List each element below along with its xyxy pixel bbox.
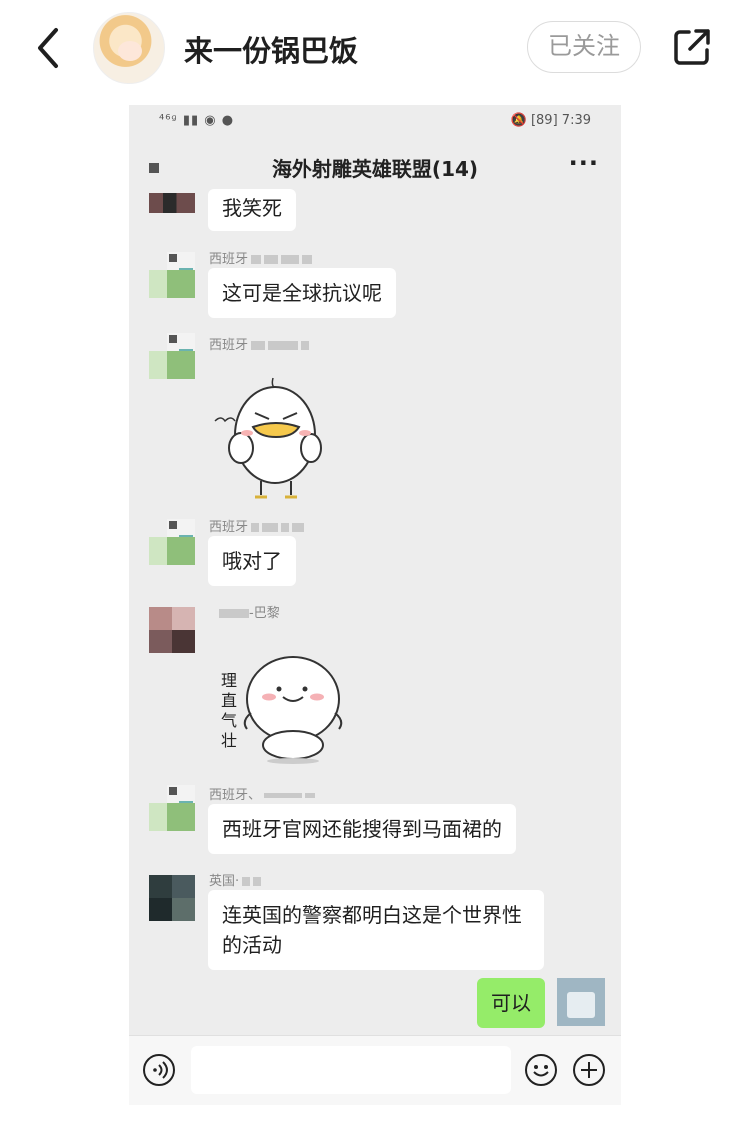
message-input[interactable]	[191, 1046, 511, 1094]
sender-avatar[interactable]	[149, 333, 195, 379]
message-bubble[interactable]: 哦对了	[208, 536, 296, 586]
angry-duck-sticker[interactable]	[213, 373, 333, 503]
sticker-caption: 理 直 气 壮	[220, 671, 237, 750]
emoji-icon	[533, 1065, 549, 1077]
chevron-left-icon	[38, 28, 58, 68]
chat-header: 海外射雕英雄联盟(14) ···	[129, 141, 621, 193]
more-actions-button[interactable]	[573, 1054, 605, 1086]
sender-avatar[interactable]	[149, 252, 195, 298]
follow-button[interactable]: 已关注	[527, 21, 641, 73]
chat-input-bar	[129, 1035, 621, 1105]
message-bubble[interactable]: 我笑死	[208, 189, 296, 231]
signal-icon: ⁴⁶ᶢ ▮▮ ◉ ●	[159, 113, 235, 128]
sender-name: 西班牙、	[209, 784, 316, 803]
status-bar: ⁴⁶ᶢ ▮▮ ◉ ● 🔕 [89] 7:39	[129, 105, 621, 141]
my-message-bubble[interactable]: 可以	[477, 978, 545, 1028]
message-bubble[interactable]: 西班牙官网还能搜得到马面裙的	[208, 804, 516, 854]
status-right: 🔕 [89] 7:39	[511, 113, 591, 128]
sender-name: 英国·	[209, 870, 262, 889]
sender-name: -巴黎	[209, 602, 280, 621]
username: 来一份锅巴饭	[184, 34, 359, 68]
sender-avatar[interactable]	[149, 607, 199, 657]
sender-avatar[interactable]	[149, 193, 195, 213]
status-time: 7:39	[561, 113, 591, 128]
sender-avatar[interactable]	[149, 785, 195, 831]
chat-screenshot: ⁴⁶ᶢ ▮▮ ◉ ● 🔕 [89] 7:39 海外射雕英雄联盟(14) ··· …	[129, 105, 621, 1105]
my-avatar[interactable]	[557, 978, 605, 1026]
user-avatar[interactable]	[93, 12, 165, 84]
sender-avatar[interactable]	[149, 875, 199, 925]
battery-indicator: [89]	[530, 113, 558, 128]
emoji-button[interactable]	[525, 1054, 557, 1086]
share-button[interactable]	[672, 27, 712, 67]
chat-title: 海外射雕英雄联盟(14)	[271, 157, 479, 181]
voice-button[interactable]	[143, 1054, 175, 1086]
share-icon	[674, 29, 710, 65]
top-bar: 来一份锅巴饭 已关注	[0, 0, 750, 96]
voice-icon	[153, 1061, 168, 1079]
back-button[interactable]	[30, 24, 70, 72]
sender-name: 西班牙	[209, 248, 313, 267]
sender-name: 西班牙	[209, 516, 305, 535]
plus-icon	[581, 1062, 597, 1078]
message-bubble[interactable]: 连英国的警察都明白这是个世界性的活动	[208, 890, 544, 970]
mute-icon: 🔕	[510, 113, 527, 128]
sender-name: 西班牙	[209, 334, 310, 353]
sender-avatar[interactable]	[149, 519, 195, 565]
message-bubble[interactable]: 这可是全球抗议呢	[208, 268, 396, 318]
more-options-button[interactable]: ···	[569, 149, 599, 177]
